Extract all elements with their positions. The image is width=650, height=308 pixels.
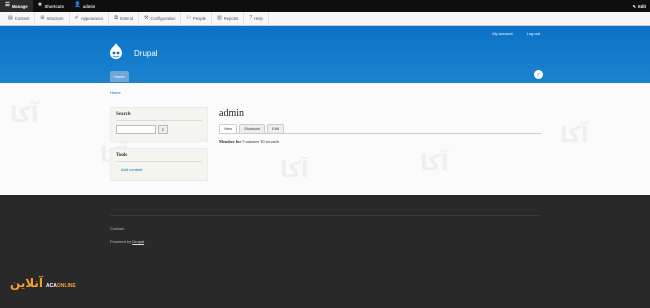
edit-label: Edit xyxy=(638,3,646,9)
contact-link[interactable]: Contact xyxy=(110,226,124,231)
content-area: آکا آکا آکا آکا آکا Home Search ⌕ Tools … xyxy=(0,83,650,195)
tray-item-help[interactable]: ? Help xyxy=(244,11,269,26)
search-input[interactable] xyxy=(116,125,156,134)
watermark-text: آکا xyxy=(280,158,309,183)
content-icon: ▤ xyxy=(8,15,13,21)
toolbar-tray: ▤ Content ⊞ Structure ✐ Appearance ⧉ Extend … xyxy=(0,11,650,26)
wrench-icon: ⚒ xyxy=(144,15,149,21)
local-tasks: View Shortcuts Edit xyxy=(219,124,541,134)
search-form: ⌕ xyxy=(116,125,202,137)
brand-logo: آنلاین ACAONLINE xyxy=(10,276,76,290)
tray-item-structure[interactable]: ⊞ Structure xyxy=(35,11,70,26)
brand-english: ACAONLINE xyxy=(46,283,76,289)
search-button[interactable]: ⌕ xyxy=(158,125,168,134)
star-icon: ★ xyxy=(37,2,43,9)
tools-block-title: Tools xyxy=(116,153,202,162)
main-menu-home[interactable]: Home xyxy=(110,71,129,82)
tray-item-content[interactable]: ▤ Content xyxy=(3,11,36,26)
add-content-link[interactable]: Add content xyxy=(116,166,202,176)
watermark-text: آکا xyxy=(560,123,589,148)
tools-block: Tools Add content xyxy=(110,148,208,181)
tray-item-people[interactable]: ⚇ People xyxy=(181,11,212,26)
edit-toggle[interactable]: ✎ Edit xyxy=(633,0,646,12)
manage-tab[interactable]: ☰ Manage xyxy=(0,0,33,12)
member-for-label: Member for xyxy=(219,139,242,144)
my-account-link[interactable]: My account xyxy=(492,31,512,36)
brand-suffix: ONLINE xyxy=(56,283,76,289)
page-title: admin xyxy=(219,108,244,119)
menu-icon: ☰ xyxy=(5,2,10,9)
tray-item-reports[interactable]: ▥ Reports xyxy=(212,11,245,26)
tray-label: Extend xyxy=(119,16,134,21)
breadcrumb[interactable]: Home xyxy=(110,90,121,95)
help-icon: ? xyxy=(249,15,253,21)
reports-icon: ▥ xyxy=(216,15,222,21)
user-label: admin xyxy=(82,3,96,9)
tab-shortcuts[interactable]: Shortcuts xyxy=(239,124,266,133)
user-icon: 👤 xyxy=(74,2,81,9)
shortcuts-tab[interactable]: ★ Shortcuts xyxy=(33,0,69,12)
watermark-text: آکا xyxy=(420,151,449,176)
tray-label: Configuration xyxy=(150,16,176,21)
tray-item-configuration[interactable]: ⚒ Configuration xyxy=(139,11,182,26)
powered-by-label: Powered by xyxy=(110,239,132,244)
tray-item-appearance[interactable]: ✐ Appearance xyxy=(70,11,110,26)
brand-persian: آنلاین xyxy=(10,276,44,290)
drupal-logo-icon[interactable] xyxy=(109,43,123,60)
search-block-title: Search xyxy=(116,112,202,121)
tray-label: People xyxy=(192,16,206,21)
check-icon[interactable]: ✓ xyxy=(534,70,543,79)
tray-label: Help xyxy=(254,16,263,21)
search-block: Search ⌕ xyxy=(110,107,208,142)
site-name[interactable]: Drupal xyxy=(134,49,158,58)
secondary-menu: My account Log out xyxy=(492,31,540,36)
tab-view[interactable]: View xyxy=(219,124,238,133)
tray-label: Appearance xyxy=(80,16,104,21)
footer-divider xyxy=(110,215,541,216)
powered-by: Powered by Drupal xyxy=(110,239,144,244)
brand-prefix: ACA xyxy=(46,283,57,289)
structure-icon: ⊞ xyxy=(40,15,45,21)
site-header: My account Log out Drupal Home ✓ xyxy=(0,26,650,83)
puzzle-icon: ⧉ xyxy=(114,15,118,21)
sidebar: Search ⌕ Tools Add content xyxy=(110,107,208,187)
manage-label: Manage xyxy=(11,3,28,9)
people-icon: ⚇ xyxy=(186,15,191,21)
search-icon: ⌕ xyxy=(161,126,165,133)
shortcuts-label: Shortcuts xyxy=(44,3,65,9)
tab-edit[interactable]: Edit xyxy=(267,124,284,133)
main-content: admin View Shortcuts Edit Member for 5 m… xyxy=(219,108,541,144)
pencil-icon: ✎ xyxy=(632,3,637,9)
tray-label: Structure xyxy=(46,16,64,21)
watermark-text: آکا xyxy=(10,103,39,128)
admin-toolbar: ☰ Manage ★ Shortcuts 👤 admin ✎ Edit xyxy=(0,0,650,12)
tray-item-extend[interactable]: ⧉ Extend xyxy=(109,11,140,26)
tray-label: Content xyxy=(14,16,30,21)
member-for: Member for 5 minutes 30 seconds xyxy=(219,139,541,144)
user-tab[interactable]: 👤 admin xyxy=(69,0,100,12)
brush-icon: ✐ xyxy=(74,15,79,21)
drupal-link[interactable]: Drupal xyxy=(132,239,144,244)
site-footer: Contact Powered by Drupal xyxy=(0,195,650,308)
member-for-value: 5 minutes 30 seconds xyxy=(242,139,280,144)
logout-link[interactable]: Log out xyxy=(527,31,540,36)
tray-label: Reports xyxy=(223,16,239,21)
